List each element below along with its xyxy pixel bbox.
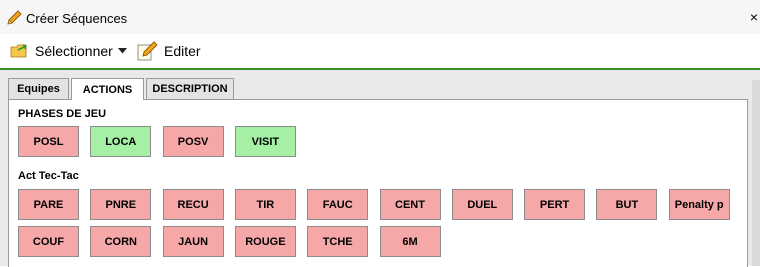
action-button-couf[interactable]: COUF — [18, 226, 79, 257]
action-button-cent[interactable]: CENT — [379, 189, 441, 220]
action-button-duel[interactable]: DUEL — [451, 189, 513, 220]
action-button-tche[interactable]: TCHE — [307, 226, 369, 257]
action-button-tir[interactable]: TIR — [234, 189, 296, 220]
tabs-area: Equipes ACTIONS DESCRIPTION PHASES DE JE… — [0, 70, 760, 267]
select-label: Sélectionner — [35, 43, 113, 59]
actions-panel: PHASES DE JEU POSL LOCA POSV VISIT Act Tec-… — [8, 99, 748, 267]
action-button-penalty-p[interactable]: Penalty p — [668, 189, 730, 220]
close-icon[interactable]: × — [750, 9, 758, 25]
folder-arrow-icon — [10, 44, 27, 58]
action-button-corn[interactable]: CORN — [90, 226, 152, 257]
caret-down-icon — [117, 48, 127, 54]
action-button-pare[interactable]: PARE — [18, 189, 79, 220]
tab-description[interactable]: DESCRIPTION — [146, 78, 234, 99]
tab-equipes[interactable]: Equipes — [8, 78, 69, 99]
action-button-pert[interactable]: PERT — [524, 189, 586, 220]
action-button-6m[interactable]: 6M — [379, 226, 441, 257]
right-scrollbar[interactable] — [752, 80, 760, 266]
action-button-posv[interactable]: POSV — [162, 126, 224, 157]
edit-pencil-icon — [137, 41, 158, 61]
section-label-act-tec-tac: Act Tec-Tac — [18, 170, 79, 182]
window-title: Créer Séquences — [26, 11, 128, 26]
action-button-posl[interactable]: POSL — [18, 126, 79, 157]
section-label-phases: PHASES DE JEU — [18, 108, 107, 120]
action-button-rouge[interactable]: ROUGE — [234, 226, 296, 257]
title-bar: Créer Séquences × — [0, 0, 760, 34]
action-button-fauc[interactable]: FAUC — [307, 189, 369, 220]
action-button-jaun[interactable]: JAUN — [162, 226, 224, 257]
action-button-visit[interactable]: VISIT — [234, 126, 296, 157]
action-button-but[interactable]: BUT — [596, 189, 658, 220]
toolbar: Sélectionner Editer — [0, 34, 760, 70]
tab-actions[interactable]: ACTIONS — [71, 78, 144, 100]
action-button-loca[interactable]: LOCA — [90, 126, 152, 157]
edit-button[interactable]: Editer — [137, 40, 201, 62]
pencil-icon — [7, 10, 22, 25]
action-button-recu[interactable]: RECU — [162, 189, 224, 220]
select-button[interactable]: Sélectionner — [10, 40, 127, 62]
edit-label: Editer — [164, 43, 201, 59]
action-button-pnre[interactable]: PNRE — [90, 189, 152, 220]
